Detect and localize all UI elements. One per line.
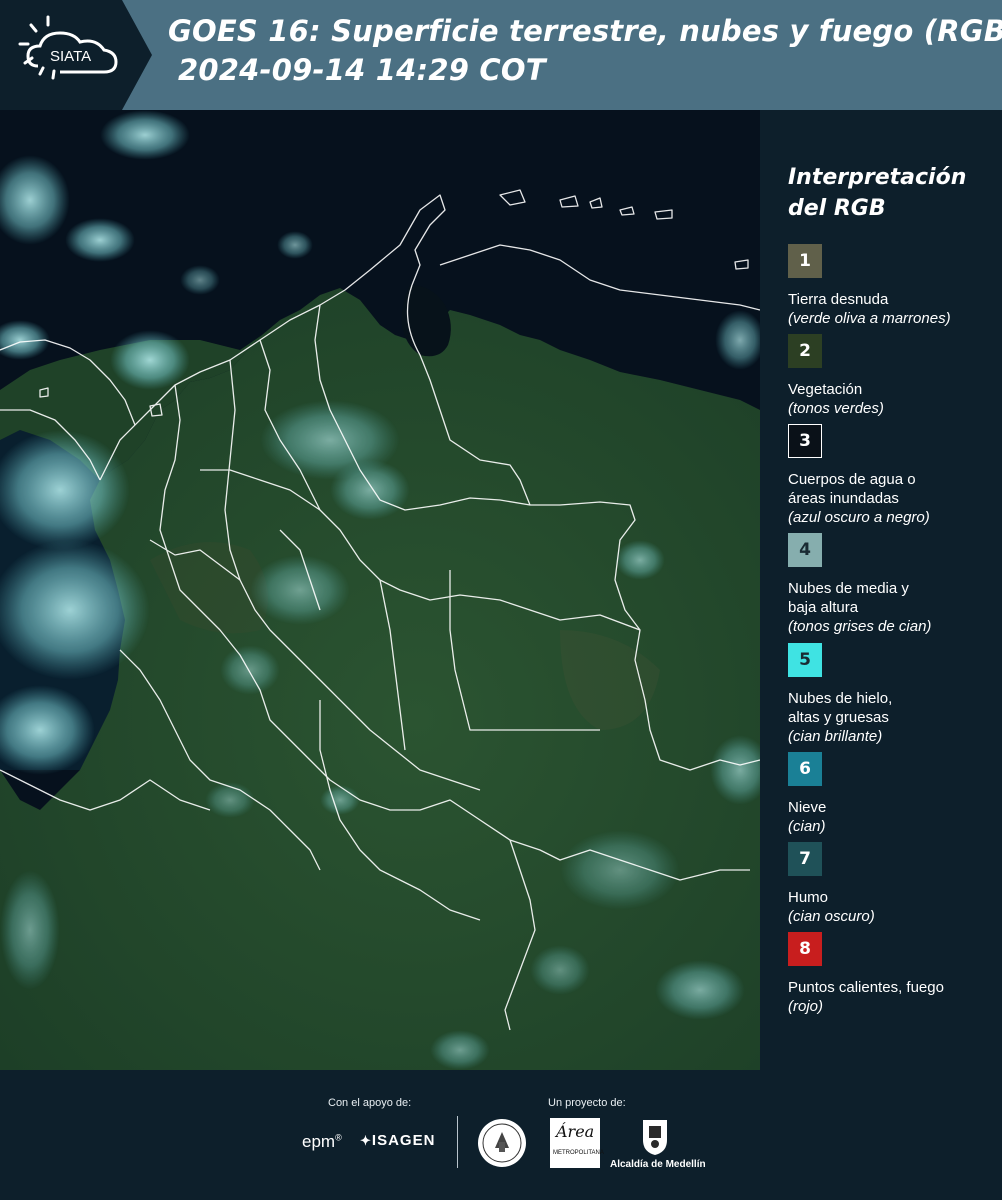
legend-label: Tierra desnuda (788, 291, 889, 308)
legend-number: 2 (799, 341, 811, 361)
area-metro-script: Área (556, 1122, 595, 1141)
legend-number: 5 (799, 650, 811, 670)
isagen-logo-text: ISAGEN (371, 1132, 436, 1149)
legend-sublabel: (azul oscuro a negro) (788, 509, 930, 526)
legend-title-line1: Interpretación (788, 165, 967, 190)
legend-title-line2: del RGB (788, 196, 886, 221)
legend-item-fire: 8 Puntos calientes, fuego (rojo) (788, 932, 998, 1017)
legend-label-line2: áreas inundadas (788, 490, 899, 507)
legend-sublabel: (tonos verdes) (788, 400, 884, 417)
support-caption: Con el apoyo de: (328, 1097, 412, 1109)
legend-item-ice-clouds: 5 Nubes de hielo, altas y gruesas (cian … (788, 643, 998, 747)
legend-label-line1: Nubes de media y (788, 580, 909, 597)
alcaldia-label: Alcaldía de Medellín (610, 1159, 706, 1170)
legend-label: Puntos calientes, fuego (788, 979, 944, 996)
legend-title: Interpretación del RGB (788, 162, 988, 224)
legend-number: 1 (799, 251, 811, 271)
legend-swatch-3: 3 (788, 424, 822, 458)
legend-item-mid-low-clouds: 4 Nubes de media y baja altura (tonos gr… (788, 533, 998, 637)
siata-logo[interactable]: SIATA (0, 0, 152, 110)
legend-label: Cuerpos de agua o áreas inundadas (788, 470, 998, 508)
area-metro-text: METROPOLITANA (553, 1150, 604, 1156)
legend-number: 7 (799, 849, 811, 869)
legend-label-line1: Nubes de hielo, (788, 690, 893, 707)
legend-label: Nubes de media y baja altura (788, 579, 998, 617)
siata-logo-text: SIATA (50, 48, 91, 65)
legend-item-smoke: 7 Humo (cian oscuro) (788, 842, 998, 927)
legend-label: Vegetación (788, 381, 863, 398)
project-caption: Un proyecto de: (548, 1097, 626, 1109)
legend-label: Humo (788, 889, 829, 906)
epm-logo[interactable]: epm® (302, 1132, 342, 1152)
legend-label: Nubes de hielo, altas y gruesas (788, 689, 998, 727)
legend-swatch-6: 6 (788, 752, 822, 786)
page-timestamp: 2024-09-14 14:29 COT (178, 53, 546, 87)
area-metropolitana-logo[interactable]: Área METROPOLITANA (550, 1118, 604, 1168)
satellite-map[interactable] (0, 110, 760, 1070)
legend-sublabel: (rojo) (788, 998, 824, 1015)
legend-number: 3 (799, 431, 811, 451)
legend-label-line1: Cuerpos de agua o (788, 471, 916, 488)
university-seal-logo[interactable] (477, 1118, 527, 1172)
legend-swatch-1: 1 (788, 244, 822, 278)
legend-swatch-2: 2 (788, 334, 822, 368)
legend-sublabel: (tonos grises de cian) (788, 618, 932, 635)
legend-swatch-4: 4 (788, 533, 822, 567)
footer-divider (457, 1116, 458, 1168)
legend-label-line2: altas y gruesas (788, 709, 889, 726)
legend-label: Nieve (788, 799, 827, 816)
legend-sublabel: (verde oliva a marrones) (788, 310, 951, 327)
legend-item-vegetation: 2 Vegetación (tonos verdes) (788, 334, 998, 419)
header-bar: SIATA GOES 16: Superficie terrestre, nub… (0, 0, 1002, 110)
legend-number: 6 (799, 759, 811, 779)
legend-item-bare-land: 1 Tierra desnuda (verde oliva a marrones… (788, 244, 998, 329)
legend-sublabel: (cian) (788, 818, 826, 835)
legend-swatch-5: 5 (788, 643, 822, 677)
legend-swatch-8: 8 (788, 932, 822, 966)
legend-item-water: 3 Cuerpos de agua o áreas inundadas (azu… (788, 424, 998, 528)
legend-item-snow: 6 Nieve (cian) (788, 752, 998, 837)
legend-sublabel: (cian oscuro) (788, 908, 875, 925)
isagen-logo[interactable]: ✦ISAGEN (360, 1132, 435, 1149)
legend-swatch-7: 7 (788, 842, 822, 876)
legend-number: 4 (799, 540, 811, 560)
alcaldia-shield-icon[interactable] (641, 1118, 669, 1160)
epm-logo-text: epm (302, 1132, 336, 1151)
legend-panel: Interpretación del RGB 1 Tierra desnuda … (760, 110, 1002, 1070)
legend-label-line2: baja altura (788, 599, 859, 616)
legend-sublabel: (cian brillante) (788, 728, 883, 745)
page-title: GOES 16: Superficie terrestre, nubes y f… (168, 14, 1002, 48)
legend-number: 8 (799, 939, 811, 959)
footer: Con el apoyo de: Un proyecto de: epm® ✦I… (0, 1070, 1002, 1200)
